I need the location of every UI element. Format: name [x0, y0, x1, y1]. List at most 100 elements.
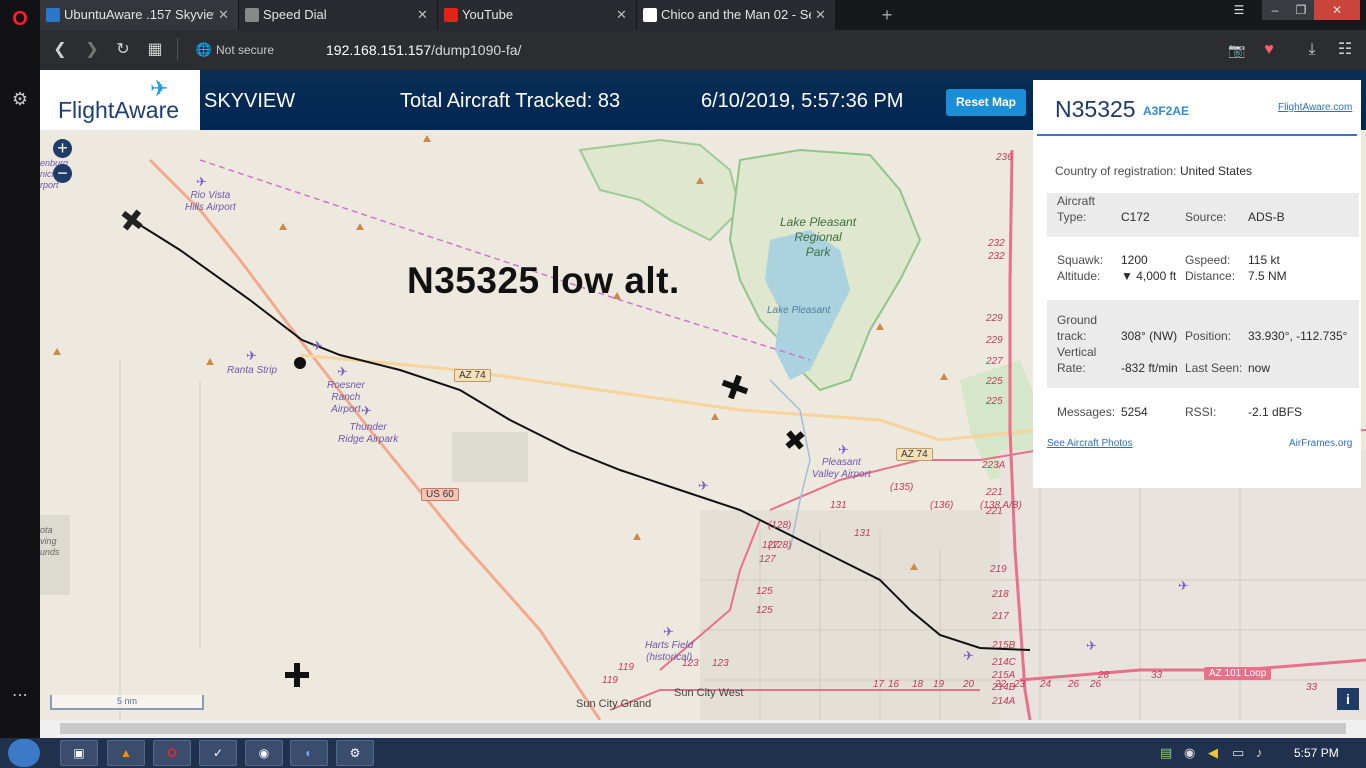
computer-tray-icon[interactable]: ▭ — [1232, 745, 1244, 761]
exit-number: 33 — [1306, 682, 1318, 693]
us60-shield: US 60 — [421, 488, 459, 501]
tab-menu-icon[interactable]: ☰ — [1226, 0, 1252, 20]
opera-menu-icon[interactable]: O — [9, 8, 31, 30]
airframes-link[interactable]: AirFrames.org — [1289, 438, 1352, 449]
edge-area-label: ota ving unds — [40, 525, 60, 557]
lake-pleasant-water-label: Lake Pleasant — [767, 305, 831, 316]
exit-number: 28 — [1098, 670, 1110, 681]
vlc-icon[interactable]: ▲ — [107, 740, 145, 766]
close-tab-icon[interactable]: ✕ — [417, 0, 431, 30]
scale-bar: 5 nm — [50, 695, 204, 710]
download-icon[interactable]: ⤓ — [1302, 40, 1322, 60]
exit-number: 232 — [988, 251, 1005, 262]
source-value: ADS-B — [1248, 210, 1285, 224]
zoom-in-button[interactable]: + — [53, 139, 72, 158]
flightaware-logo[interactable]: FlightAware ✈ — [40, 70, 200, 130]
speed-dial-icon[interactable]: ▦ — [145, 40, 165, 60]
track-start-marker — [294, 357, 306, 369]
cmd-icon[interactable]: ▣ — [60, 740, 98, 766]
app-icon[interactable]: ◉ — [245, 740, 283, 766]
thunder-ridge-label: Thunder Ridge Airpark — [338, 422, 399, 445]
rio-vista-airport-label: Rio Vista Hills Airport — [185, 190, 236, 213]
gspeed-label: Gspeed: — [1185, 253, 1231, 267]
svg-text:✈: ✈ — [196, 175, 207, 190]
horizontal-scrollbar[interactable] — [40, 720, 1366, 738]
pleasant-valley-airport-label: Pleasant Valley Airport — [812, 457, 871, 480]
annotation-text: N35325 low alt. — [407, 260, 680, 301]
restore-button[interactable]: ❐ — [1288, 0, 1314, 20]
az74-shield: AZ 74 — [454, 369, 491, 382]
tab-title: UbuntuAware .157 Skyview — [64, 7, 214, 22]
taskbar-clock[interactable]: 5:57 PM — [1294, 746, 1339, 760]
dailymotion-icon — [643, 8, 657, 22]
minimize-button[interactable]: – — [1262, 0, 1288, 20]
altitude-label: Altitude: — [1057, 269, 1101, 283]
squawk-value: 1200 — [1121, 253, 1148, 267]
app-icon[interactable]: ⚙ — [336, 740, 374, 766]
opera-icon[interactable]: O — [153, 740, 191, 766]
svg-text:✈: ✈ — [1178, 579, 1189, 594]
volume-icon[interactable]: ♪ — [1256, 745, 1263, 760]
speaker-tray-icon[interactable]: ◀ — [1208, 745, 1218, 761]
app-icon[interactable]: ◐ — [290, 740, 328, 766]
back-button[interactable]: ❮ — [50, 40, 70, 60]
skyview-page: ✈ ✈ ✈ ✈ ✈ ✈ ✈ ✈ ✈ ✈ ✈ Rio Vista Hills Airport Lak… — [40, 70, 1366, 720]
speed-dial-grid-icon — [245, 8, 259, 22]
camera-icon[interactable]: 📷 — [1227, 40, 1247, 60]
url-host: 192.168.151.157 — [326, 42, 432, 58]
start-button[interactable] — [8, 739, 40, 767]
address-bar: ❮ ❯ ↻ ▦ 🌐 Not secure 192.168.151.157/dum… — [40, 30, 1366, 70]
url-field[interactable]: 192.168.151.157/dump1090-fa/ — [326, 42, 521, 58]
scrollbar-thumb[interactable] — [60, 723, 1346, 734]
new-tab-button[interactable]: + — [878, 5, 896, 25]
exit-number: 123 — [682, 658, 699, 669]
zoom-out-button[interactable]: − — [53, 164, 72, 183]
tab-youtube[interactable]: YouTube ✕ — [438, 0, 636, 30]
sun-city-west-label: Sun City West — [674, 687, 744, 699]
aircraft-photos-link[interactable]: See Aircraft Photos — [1047, 438, 1133, 449]
exit-number: 123 — [712, 658, 729, 669]
exit-number: 17 — [873, 679, 885, 690]
easy-setup-icon[interactable]: ☷ — [1335, 40, 1355, 60]
exit-number: 225 — [986, 396, 1003, 407]
aircraft-type-value: C172 — [1121, 210, 1150, 224]
tab-speed-dial[interactable]: Speed Dial ✕ — [239, 0, 437, 30]
exit-number: 16 — [888, 679, 900, 690]
settings-gear-icon[interactable]: ⚙ — [10, 89, 30, 109]
tab-chico[interactable]: Chico and the Man 02 - Se ✕ — [637, 0, 835, 30]
more-options-icon[interactable]: ⋯ — [8, 688, 32, 704]
exit-number: 119 — [618, 662, 634, 673]
exit-number: 236 — [996, 152, 1013, 163]
network-icon[interactable]: ▤ — [1160, 745, 1172, 761]
heart-icon[interactable]: ♥ — [1259, 40, 1279, 60]
globe-icon[interactable]: 🌐 — [194, 40, 214, 60]
aircraft-hex-code: A3F2AE — [1143, 104, 1190, 118]
aircraft-type-label: Aircraft Type: — [1057, 194, 1096, 224]
security-label[interactable]: Not secure — [216, 43, 274, 57]
close-tab-icon[interactable]: ✕ — [218, 0, 232, 30]
flightaware-link[interactable]: FlightAware.com — [1278, 102, 1352, 113]
app-icon[interactable]: ✓ — [199, 740, 237, 766]
tab-skyview[interactable]: UbuntuAware .157 Skyview ✕ — [40, 0, 238, 30]
exit-number: 125 — [756, 586, 773, 597]
position-value: 33.930°, -112.735° — [1248, 329, 1348, 343]
sun-city-grand-label: Sun City Grand — [576, 698, 652, 710]
svg-text:✈: ✈ — [663, 625, 674, 640]
app-tray-icon[interactable]: ◉ — [1184, 745, 1195, 761]
exit-number: 33 — [1151, 670, 1163, 681]
exit-number: 229 — [986, 335, 1003, 346]
reload-button[interactable]: ↻ — [113, 40, 133, 60]
position-label: Position: — [1185, 329, 1232, 343]
close-window-button[interactable]: ✕ — [1314, 0, 1360, 20]
altitude-value: ▼ 4,000 ft — [1121, 269, 1177, 283]
forward-button[interactable]: ❯ — [82, 40, 102, 60]
info-button[interactable]: i — [1337, 688, 1359, 710]
squawk-label: Squawk: — [1057, 253, 1104, 267]
reset-map-button[interactable]: Reset Map — [946, 89, 1026, 116]
close-tab-icon[interactable]: ✕ — [815, 0, 829, 30]
svg-text:✈: ✈ — [246, 349, 257, 364]
close-tab-icon[interactable]: ✕ — [616, 0, 630, 30]
aircraft-info-panel: N35325 A3F2AE FlightAware.com Country of… — [1033, 80, 1361, 488]
country-label: Country of registration: — [1055, 164, 1177, 178]
exit-number: 217 — [992, 611, 1009, 622]
